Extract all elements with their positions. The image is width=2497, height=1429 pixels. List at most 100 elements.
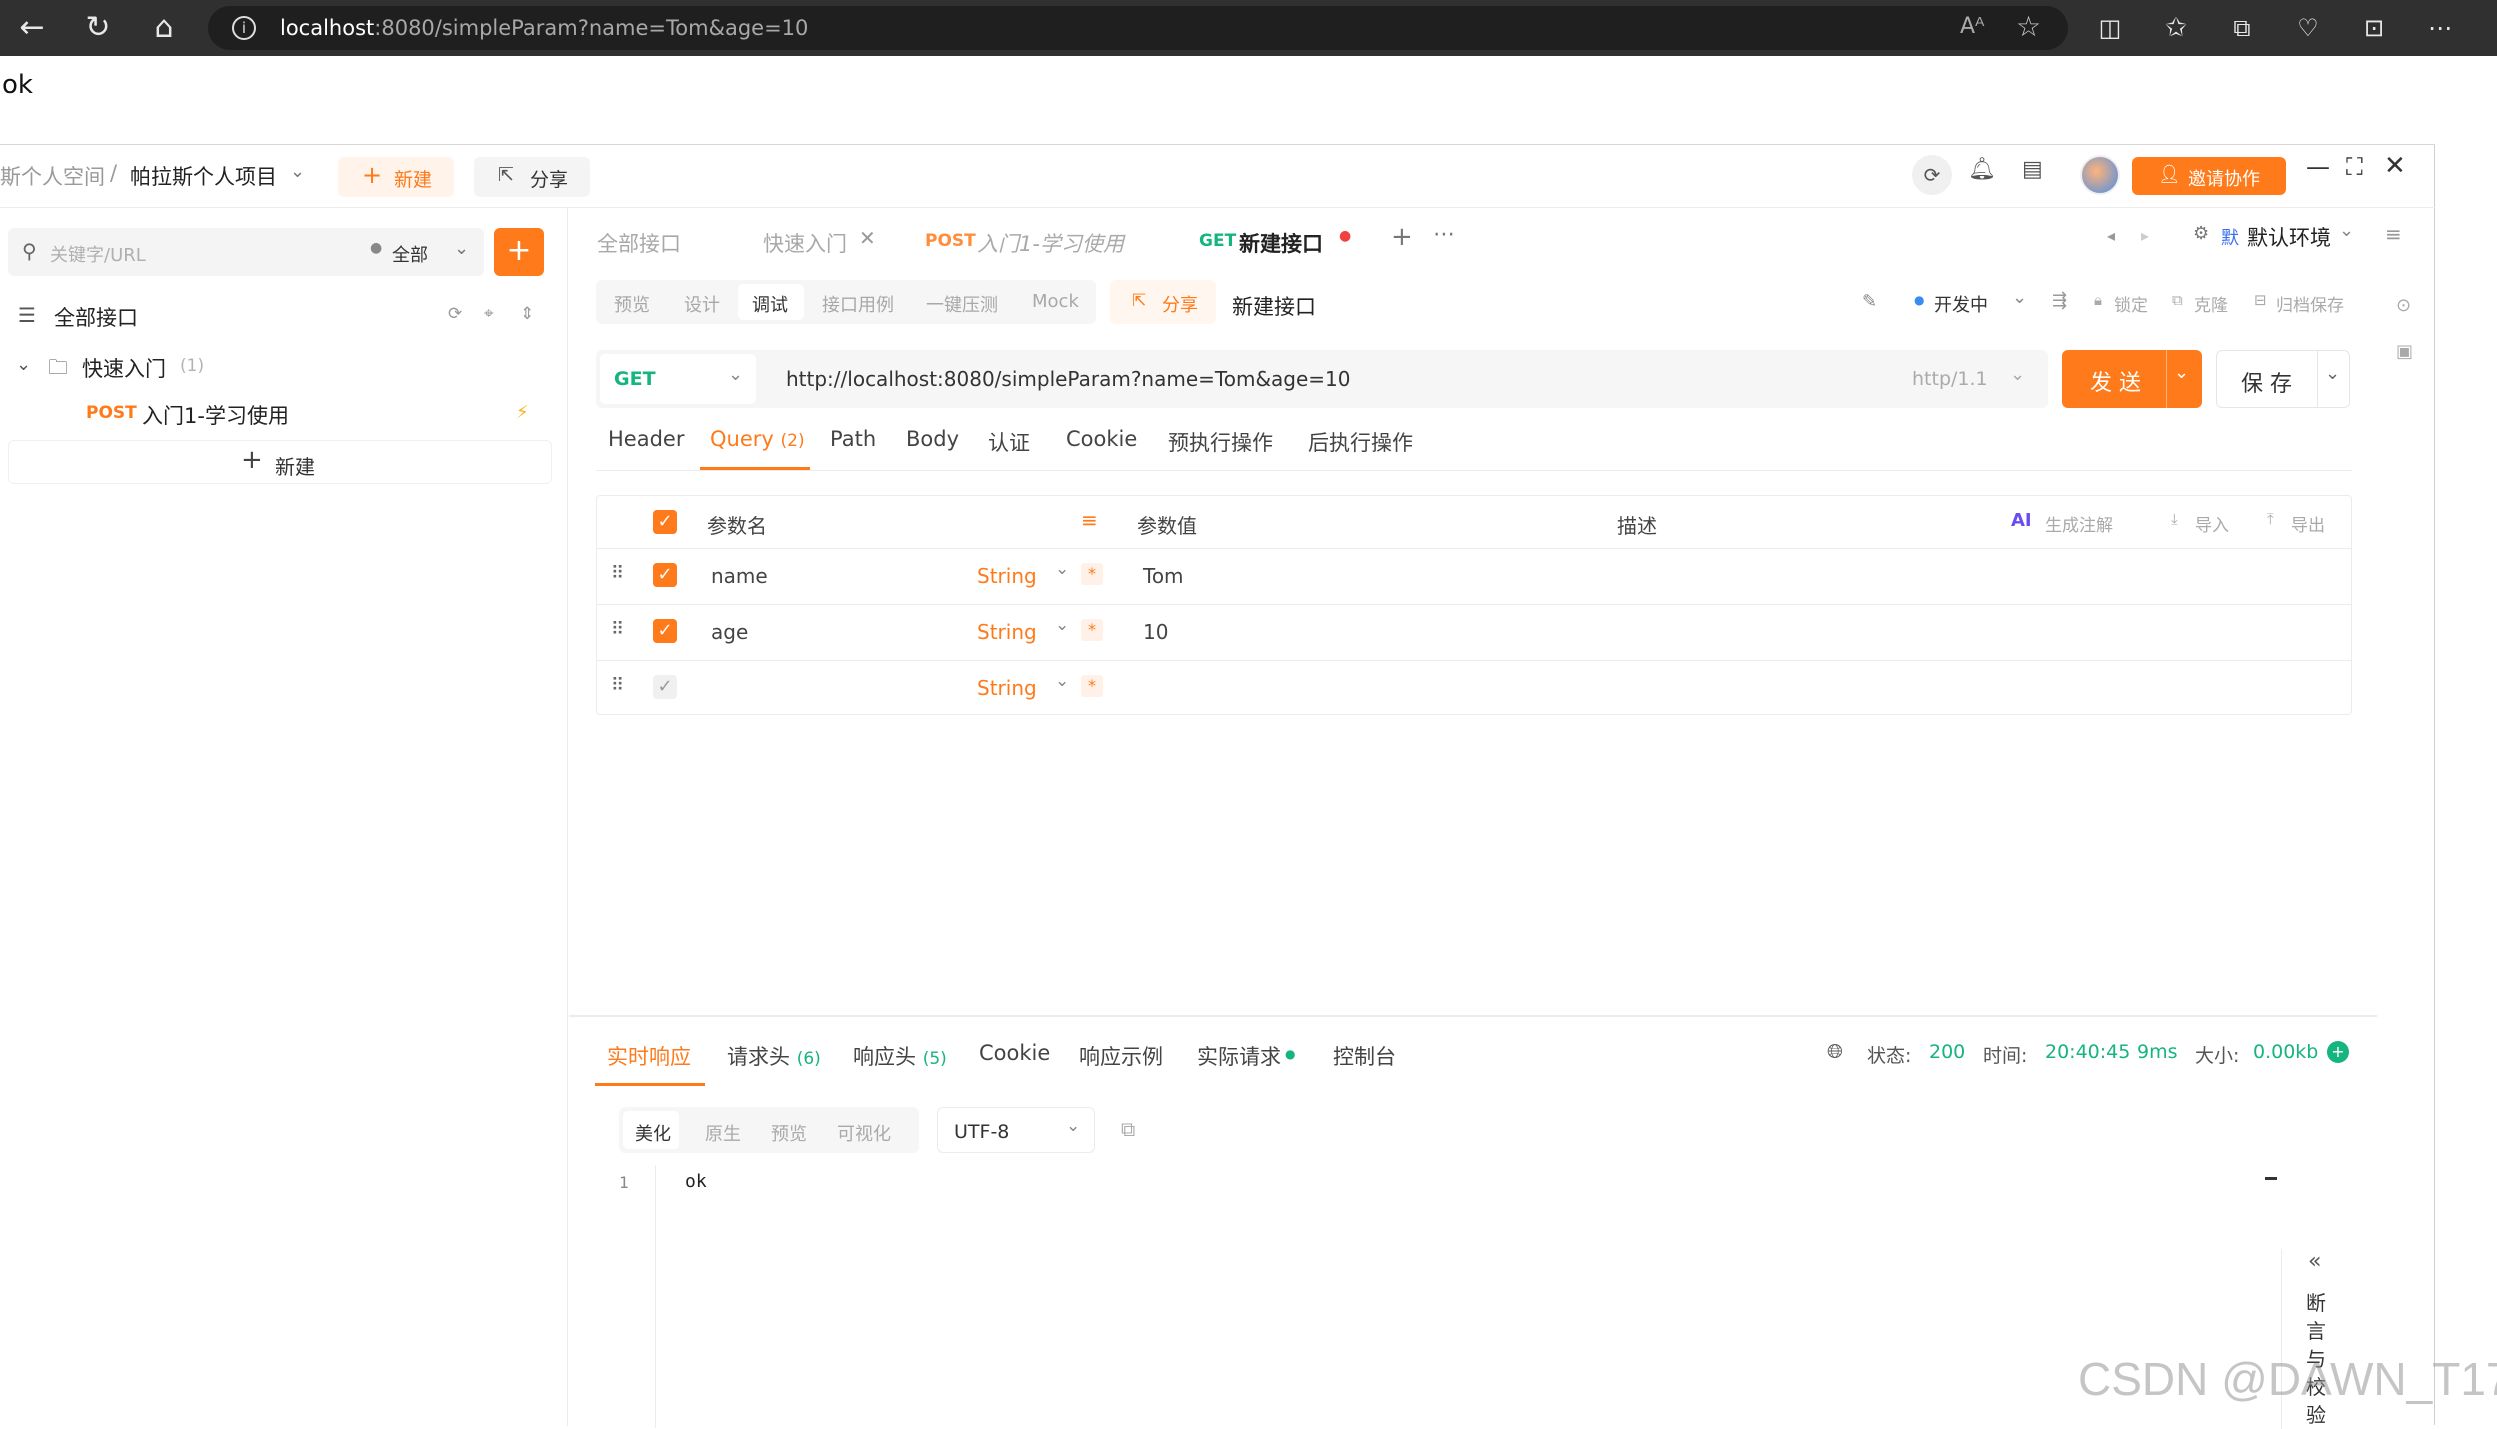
view-mode-raw[interactable]: 原生: [705, 1120, 741, 1146]
response-tab-resp-headers[interactable]: 响应头 (5): [853, 1041, 947, 1071]
read-aloud-icon[interactable]: Aᴬ: [1960, 14, 1985, 39]
mode-tab-debug[interactable]: 调试: [738, 284, 804, 320]
breadcrumb-space[interactable]: 斯个人空间: [0, 161, 105, 191]
response-tab-cookie[interactable]: Cookie: [979, 1041, 1050, 1065]
param-tab-body[interactable]: Body: [906, 427, 959, 451]
chevron-down-icon[interactable]: ⌄: [1055, 615, 1069, 635]
rail-doc-icon[interactable]: ▣: [2396, 341, 2413, 362]
all-apis-item[interactable]: 全部接口: [54, 302, 138, 332]
chevron-down-icon[interactable]: ⌄: [2325, 363, 2340, 384]
param-type-select[interactable]: String: [977, 676, 1037, 700]
required-toggle-icon[interactable]: *: [1081, 563, 1103, 585]
status-select[interactable]: 开发中: [1934, 291, 1988, 317]
clone-button[interactable]: 克隆: [2194, 291, 2228, 316]
filter-select[interactable]: 全部: [392, 241, 428, 267]
rail-history-icon[interactable]: ⊙: [2396, 295, 2411, 316]
param-name-input[interactable]: age: [711, 620, 748, 644]
site-info-icon[interactable]: i: [232, 16, 256, 40]
mode-tab-stress[interactable]: 一键压测: [926, 291, 998, 317]
tab-quickstart[interactable]: 快速入门: [763, 228, 847, 258]
bell-icon[interactable]: 🔔︎: [1968, 157, 1996, 182]
new-button[interactable]: + 新建: [338, 157, 454, 197]
tab-scroll-left-icon[interactable]: ◂: [2107, 226, 2115, 245]
response-tab-realtime[interactable]: 实时响应: [607, 1041, 691, 1071]
minimize-icon[interactable]: —: [2306, 153, 2330, 181]
env-menu-icon[interactable]: ≡: [2385, 222, 2402, 246]
param-enabled-checkbox[interactable]: ✓: [653, 563, 677, 587]
mode-tab-mock[interactable]: Mock: [1032, 291, 1079, 312]
drag-handle-icon[interactable]: ⠿: [611, 619, 624, 640]
favorite-star-icon[interactable]: ☆: [2016, 10, 2041, 43]
protocol-select[interactable]: http/1.1: [1912, 368, 1988, 390]
method-select[interactable]: GET ⌄: [600, 354, 756, 404]
chevron-down-icon[interactable]: ⌄: [290, 161, 305, 182]
tab-scroll-right-icon[interactable]: ▸: [2141, 226, 2149, 245]
api-name-field[interactable]: 新建接口: [1232, 291, 1316, 321]
globe-icon[interactable]: 🌐︎: [1827, 1039, 1843, 1063]
api-item-intro[interactable]: 入门1-学习使用: [142, 400, 289, 430]
param-tab-cookie[interactable]: Cookie: [1066, 427, 1137, 451]
chevron-down-icon[interactable]: ⌄: [454, 238, 469, 259]
locate-icon[interactable]: ⌖: [484, 304, 494, 324]
sidebar-new-button[interactable]: + 新建: [8, 440, 552, 484]
chevron-down-icon[interactable]: ⌄: [1055, 559, 1069, 579]
param-tab-query[interactable]: Query (2): [710, 427, 805, 451]
param-tab-pre-script[interactable]: 预执行操作: [1168, 427, 1273, 457]
param-enabled-checkbox[interactable]: ✓: [653, 619, 677, 643]
response-tab-req-headers[interactable]: 请求头 (6): [727, 1041, 821, 1071]
save-button[interactable]: 保 存 ⌄: [2216, 350, 2350, 408]
share-button[interactable]: ⇱ 分享: [474, 157, 590, 197]
chevron-down-icon[interactable]: ⌄: [2010, 364, 2025, 385]
param-tab-post-script[interactable]: 后执行操作: [1308, 427, 1413, 457]
api-share-button[interactable]: ⇱ 分享: [1110, 280, 1216, 324]
maximize-icon[interactable]: ⛶: [2346, 153, 2363, 181]
param-tab-auth[interactable]: 认证: [988, 427, 1030, 457]
response-tab-console[interactable]: 控制台: [1333, 1041, 1396, 1071]
param-value-input[interactable]: Tom: [1143, 564, 1184, 588]
notes-icon[interactable]: ▤: [2022, 157, 2043, 182]
screenshot-icon[interactable]: ⊡: [2354, 0, 2394, 56]
required-toggle-icon[interactable]: *: [1081, 675, 1103, 697]
close-icon[interactable]: ✕: [2384, 151, 2406, 181]
chevron-down-icon[interactable]: ⌄: [2174, 362, 2189, 383]
avatar[interactable]: [2080, 155, 2120, 195]
url-input[interactable]: http://localhost:8080/simpleParam?name=T…: [786, 367, 1351, 391]
search-input[interactable]: ⚲ 关键字/URL ● 全部 ⌄: [8, 228, 484, 276]
refresh-tree-icon[interactable]: ⟳: [448, 304, 462, 324]
view-mode-preview[interactable]: 预览: [771, 1120, 807, 1146]
encoding-select[interactable]: UTF-8 ⌄: [937, 1107, 1095, 1153]
collections-icon[interactable]: ⧉: [2222, 0, 2262, 56]
home-icon[interactable]: ⌂: [144, 0, 184, 56]
required-toggle-icon[interactable]: *: [1081, 619, 1103, 641]
select-all-checkbox[interactable]: ✓: [653, 510, 677, 534]
health-icon[interactable]: ♡: [2288, 0, 2328, 56]
tab-active-new-api[interactable]: GET 新建接口 ●: [1181, 214, 1365, 268]
export-button[interactable]: 导出: [2291, 511, 2325, 536]
chevron-down-icon[interactable]: ⌄: [1055, 671, 1069, 691]
mode-tab-preview[interactable]: 预览: [614, 291, 650, 317]
back-arrow-icon[interactable]: ←: [12, 0, 52, 56]
project-selector[interactable]: 帕拉斯个人项目: [130, 161, 277, 191]
param-type-select[interactable]: String: [977, 620, 1037, 644]
edit-icon[interactable]: ✎: [1862, 291, 1877, 312]
response-editor[interactable]: 1 ok: [595, 1165, 2277, 1428]
env-selector[interactable]: ⚙ 默 默认环境 ⌄: [2183, 214, 2363, 256]
param-type-select[interactable]: String: [977, 564, 1037, 588]
param-name-input[interactable]: name: [711, 564, 768, 588]
lock-button[interactable]: 锁定: [2114, 291, 2148, 316]
ai-annotate-button[interactable]: 生成注解: [2045, 511, 2113, 536]
copy-icon[interactable]: ⧉: [1121, 1117, 1135, 1141]
split-screen-icon[interactable]: ◫: [2090, 0, 2130, 56]
send-button[interactable]: 发 送 ⌄: [2062, 350, 2202, 408]
chevron-down-icon[interactable]: ⌄: [2012, 287, 2027, 308]
favorites-icon[interactable]: ✩: [2156, 0, 2196, 56]
bulk-edit-icon[interactable]: ≡: [1081, 508, 1098, 532]
expand-collapse-icon[interactable]: ⇕: [520, 304, 534, 324]
response-tab-actual-request[interactable]: 实际请求: [1197, 1041, 1281, 1071]
refresh-icon[interactable]: ↻: [78, 0, 118, 56]
tab-more-icon[interactable]: ⋯: [1433, 222, 1455, 247]
tab-all-apis[interactable]: 全部接口: [597, 228, 681, 258]
param-value-input[interactable]: 10: [1143, 620, 1168, 644]
param-tab-path[interactable]: Path: [830, 427, 876, 451]
import-button[interactable]: 导入: [2195, 511, 2229, 536]
